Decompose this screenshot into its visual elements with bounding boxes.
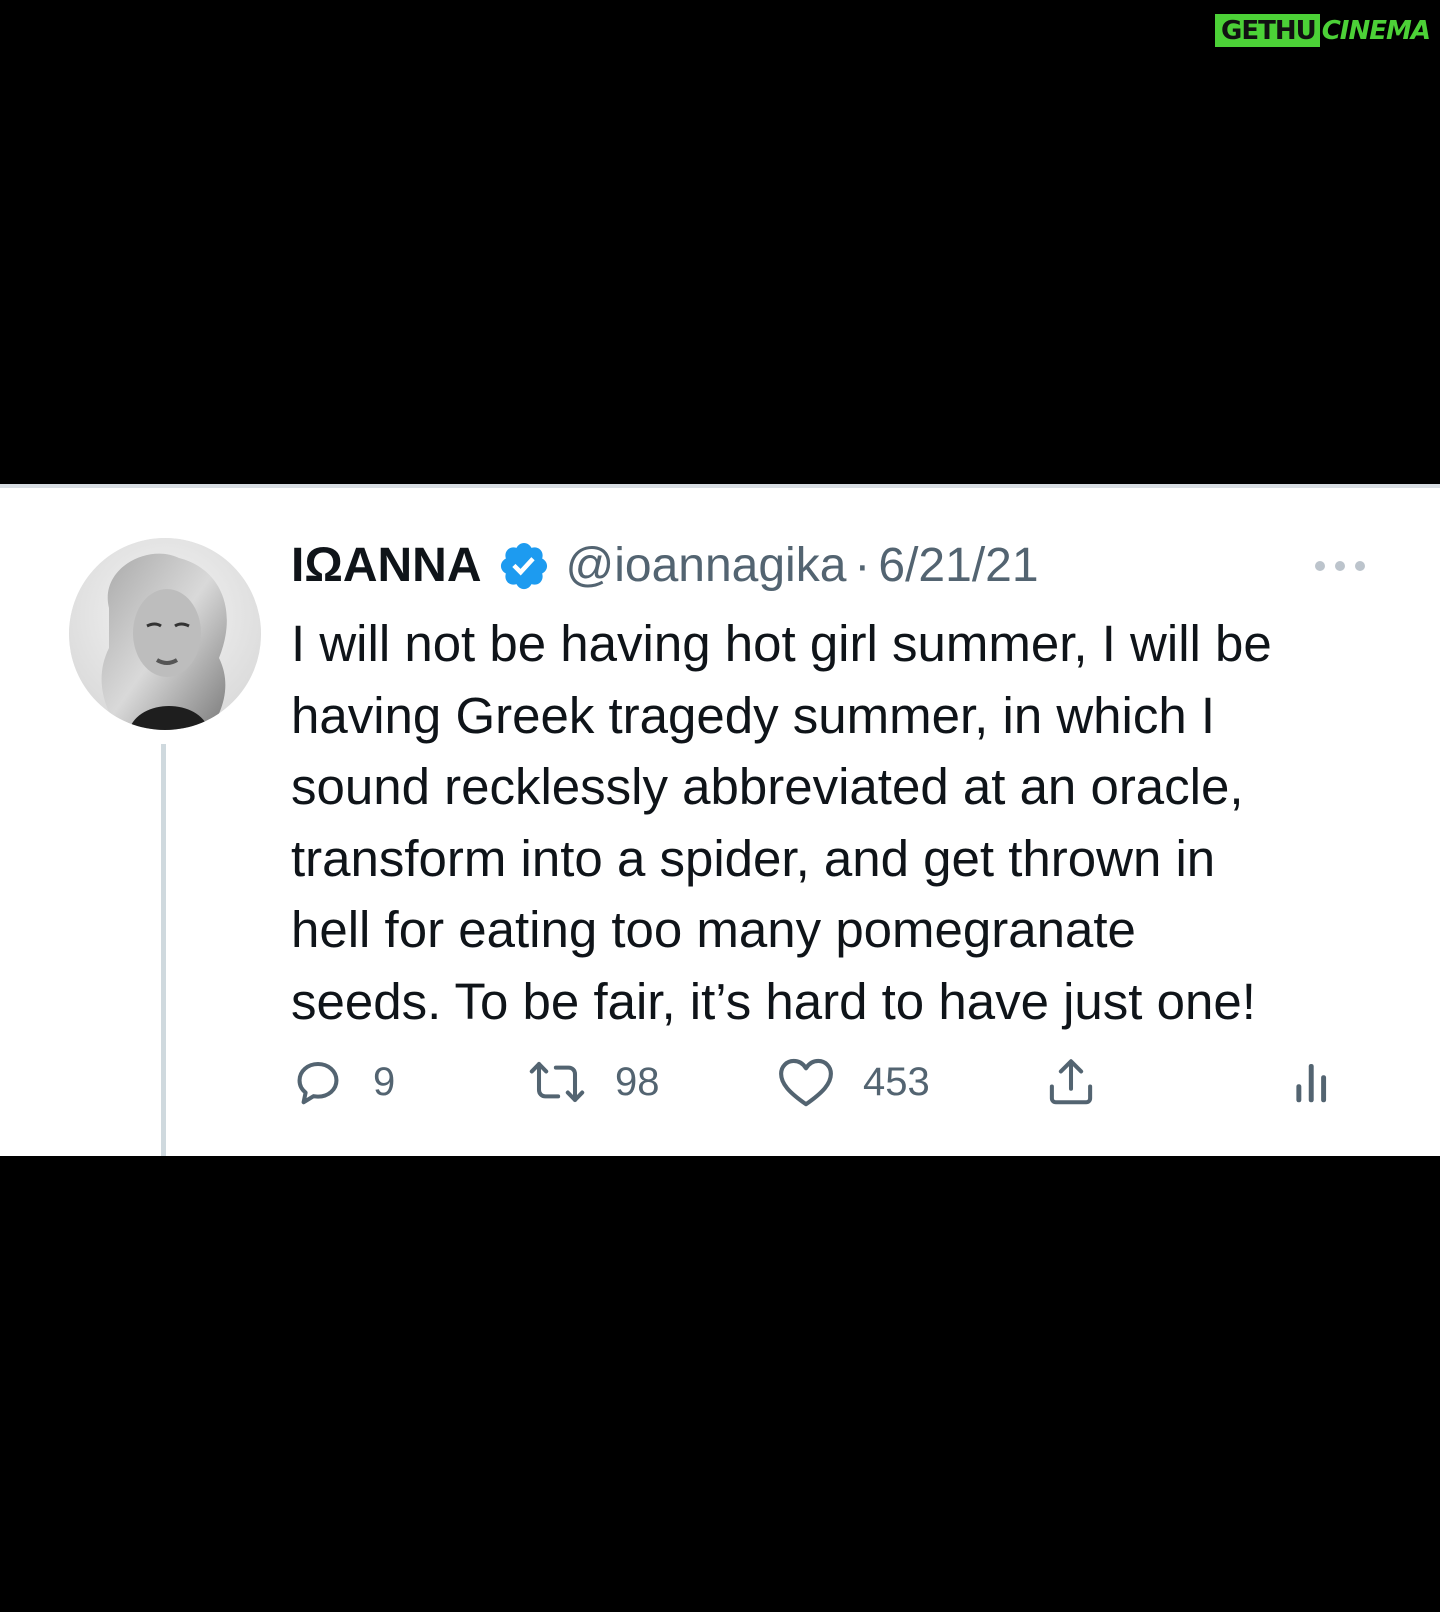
watermark-part2: CINEMA — [1321, 15, 1431, 46]
tweet-actions: 9 98 453 — [291, 1052, 1351, 1112]
watermark-part1: GETHU — [1215, 14, 1320, 47]
tweet-line: hell for eating too many pomegranate — [291, 901, 1136, 958]
share-button[interactable] — [1043, 1052, 1099, 1112]
tweet-line: sound recklessly abbreviated at an oracl… — [291, 758, 1244, 815]
reply-count: 9 — [373, 1059, 396, 1104]
tweet-line: I will not be having hot girl summer, I … — [291, 615, 1272, 672]
heart-icon — [779, 1058, 833, 1107]
like-count: 453 — [863, 1059, 930, 1104]
tweet-date[interactable]: 6/21/21 — [878, 536, 1038, 596]
retweet-count: 98 — [615, 1059, 660, 1104]
analytics-bars-icon — [1296, 1064, 1327, 1103]
reply-bubble-icon — [297, 1061, 339, 1105]
watermark-logo: GETHU CINEMA — [1215, 14, 1431, 47]
tweet-line: seeds. To be fair, it’s hard to have jus… — [291, 972, 1256, 1030]
retweet-button[interactable]: 98 — [527, 1052, 660, 1112]
retweet-icon — [529, 1061, 585, 1103]
like-button[interactable]: 453 — [777, 1052, 930, 1112]
tweet-line: transform into a spider, and get thrown … — [291, 829, 1216, 887]
tweet-text: I will not be having hot girl summer, I … — [291, 608, 1401, 1037]
share-icon — [1049, 1059, 1093, 1105]
avatar[interactable] — [69, 538, 261, 730]
analytics-button[interactable] — [1291, 1052, 1331, 1112]
verified-badge-icon — [501, 542, 548, 590]
user-handle[interactable]: @ioannagika — [565, 536, 846, 596]
display-name[interactable]: ΙΩΑΝΝΑ — [291, 536, 481, 596]
tweet-line: having Greek tragedy summer, in which I — [291, 686, 1216, 744]
tweet-header: ΙΩΑΝΝΑ @ioannagika · 6/21/21 — [291, 536, 1039, 596]
reply-button[interactable]: 9 — [291, 1052, 395, 1112]
page: GETHU CINEMA ΙΩΑΝΝΑ @ioannagika · 6/21/2… — [0, 0, 1440, 1612]
more-options-icon[interactable] — [1312, 556, 1368, 576]
thread-line — [161, 744, 166, 1156]
tweet-card[interactable]: ΙΩΑΝΝΑ @ioannagika · 6/21/21 I will not … — [0, 484, 1440, 1156]
separator-dot: · — [854, 539, 871, 592]
